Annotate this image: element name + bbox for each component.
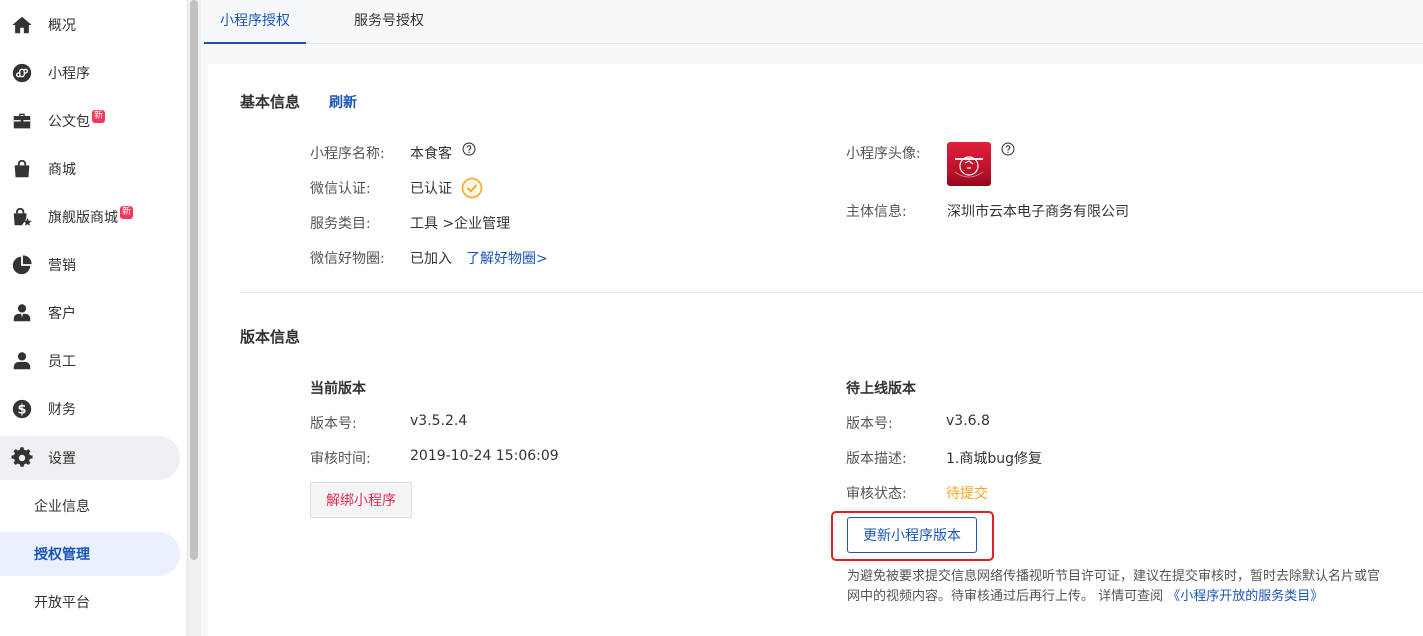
current-version-value: v3.5.2.4	[410, 413, 468, 429]
sidebar-item-label: 企业信息	[34, 499, 90, 515]
sidebar-item-label: 公文包新	[48, 110, 106, 130]
sidebar-item-customer[interactable]: 客户	[0, 291, 180, 335]
sidebar-item-label: 设置	[48, 451, 76, 467]
sidebar-item-marketing[interactable]: 营销	[0, 243, 180, 287]
sidebar-item-label: 授权管理	[34, 547, 90, 563]
wechat-cert-value: 已认证	[410, 181, 452, 197]
tab-mini-program-auth[interactable]: 小程序授权	[204, 0, 306, 44]
pie-chart-icon	[11, 254, 33, 276]
sidebar-item-label: 财务	[48, 402, 76, 418]
tab-service-account-auth[interactable]: 服务号授权	[354, 0, 424, 44]
wechat-goods-value: 已加入	[410, 251, 452, 267]
pending-version-label: 版本号:	[846, 416, 893, 432]
sidebar-item-flagship-mall[interactable]: 旗舰版商城新	[0, 195, 180, 239]
sidebar-item-mall[interactable]: 商城	[0, 147, 180, 191]
sidebar-item-overview[interactable]: 概况	[0, 3, 180, 47]
sidebar-scrollbar-thumb[interactable]	[190, 0, 198, 560]
new-badge: 新	[92, 110, 106, 123]
svg-text:$: $	[18, 403, 27, 418]
pending-version-value: v3.6.8	[946, 413, 990, 429]
mini-program-icon	[11, 62, 33, 84]
shopping-bag-icon	[11, 158, 33, 180]
current-version-label: 版本号:	[310, 416, 357, 432]
sidebar-sub-item-open-platform[interactable]: 开放平台	[0, 580, 180, 624]
tab-bar: 小程序授权 服务号授权	[202, 0, 1423, 44]
subject-info-label: 主体信息:	[846, 204, 907, 220]
sidebar-sub-item-auth-management[interactable]: 授权管理	[0, 532, 180, 576]
audit-time-value: 2019-10-24 15:06:09	[410, 448, 559, 464]
mini-program-name-value: 本食客	[410, 146, 452, 162]
sidebar: 概况 小程序 公文包新 商城 旗舰版商城新 营销 客户 员工 $ 财务 设置 企…	[0, 0, 186, 636]
customer-icon	[11, 302, 33, 324]
section-divider	[240, 292, 1423, 293]
help-icon[interactable]	[1001, 142, 1015, 156]
subject-info-value: 深圳市云本电子商务有限公司	[947, 204, 1129, 220]
version-desc-label: 版本描述:	[846, 451, 907, 467]
version-desc-value: 1.商城bug修复	[946, 451, 1043, 467]
mini-program-avatar	[947, 142, 991, 186]
audit-time-label: 审核时间:	[310, 451, 371, 467]
sidebar-item-finance[interactable]: $ 财务	[0, 387, 180, 431]
sidebar-item-label: 商城	[48, 162, 76, 178]
sidebar-item-label: 概况	[48, 18, 76, 34]
avatar-logo-icon	[954, 156, 984, 178]
sidebar-item-staff[interactable]: 员工	[0, 339, 180, 383]
sidebar-item-label: 员工	[48, 354, 76, 370]
service-category-doc-link[interactable]: 《小程序开放的服务类目》	[1167, 589, 1323, 604]
sidebar-item-briefcase[interactable]: 公文包新	[0, 99, 180, 143]
sidebar-sub-item-company-info[interactable]: 企业信息	[0, 484, 180, 528]
home-icon	[11, 14, 33, 36]
current-version-title: 当前版本	[310, 381, 366, 397]
avatar-label: 小程序头像:	[846, 146, 921, 162]
basic-info-title: 基本信息	[240, 93, 301, 111]
user-icon	[11, 350, 33, 372]
wechat-cert-label: 微信认证:	[310, 181, 371, 197]
service-category-value: 工具 >企业管理	[410, 216, 511, 232]
verified-check-icon	[461, 177, 483, 199]
gear-icon	[11, 447, 33, 469]
audit-status-label: 审核状态:	[846, 486, 907, 502]
notice-text: 为避免被要求提交信息网络传播视听节目许可证，建议在提交审核时，暂时去除默认名片或…	[847, 569, 1381, 604]
help-icon[interactable]	[462, 142, 476, 156]
sidebar-item-label: 营销	[48, 258, 76, 274]
shopping-bag-star-icon	[11, 206, 33, 228]
sidebar-item-label: 旗舰版商城新	[48, 206, 134, 226]
new-badge: 新	[120, 206, 134, 219]
dollar-icon: $	[11, 398, 33, 420]
wechat-goods-label: 微信好物圈:	[310, 251, 385, 267]
sidebar-item-settings[interactable]: 设置	[0, 436, 180, 480]
mini-program-name-label: 小程序名称:	[310, 146, 385, 162]
briefcase-icon	[11, 110, 33, 132]
sidebar-item-label: 客户	[48, 306, 76, 322]
sidebar-item-mini-program[interactable]: 小程序	[0, 51, 180, 95]
sidebar-item-label: 小程序	[48, 66, 90, 82]
audit-status-value: 待提交	[946, 486, 988, 502]
refresh-link[interactable]: 刷新	[329, 92, 357, 112]
update-mini-program-version-button[interactable]: 更新小程序版本	[847, 517, 977, 553]
service-category-label: 服务类目:	[310, 216, 371, 232]
unbind-mini-program-button[interactable]: 解绑小程序	[310, 482, 412, 518]
pending-version-title: 待上线版本	[846, 381, 916, 397]
sidebar-item-label: 开放平台	[34, 595, 90, 611]
version-info-title: 版本信息	[240, 328, 301, 346]
learn-goods-circle-link[interactable]: 了解好物圈>	[466, 248, 548, 268]
main-card: 基本信息 刷新 小程序名称: 本食客 微信认证: 已认证 服务类目: 工具 >企…	[208, 64, 1423, 636]
